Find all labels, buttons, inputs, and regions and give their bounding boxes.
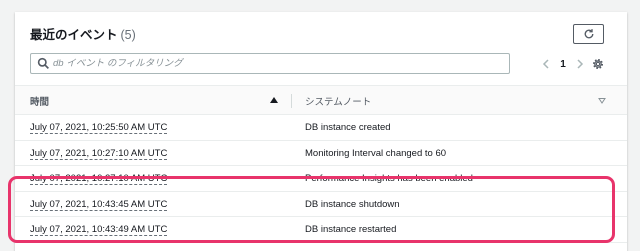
refresh-button[interactable] <box>573 24 604 44</box>
caret-down-icon[interactable] <box>598 97 606 105</box>
prev-page-button[interactable] <box>537 55 555 73</box>
event-note: DB instance shutdown <box>305 198 400 210</box>
table-header: 時間 システムノート <box>15 85 627 115</box>
search-input[interactable] <box>53 54 503 73</box>
events-table-body: July 07, 2021, 10:25:50 AM UTC DB instan… <box>15 115 627 243</box>
event-time[interactable]: July 07, 2021, 10:27:10 AM UTC <box>30 173 168 185</box>
event-time[interactable]: July 07, 2021, 10:43:49 AM UTC <box>30 224 168 236</box>
event-count: (5) <box>120 28 136 42</box>
search-field[interactable] <box>30 53 510 74</box>
current-page[interactable]: 1 <box>555 59 571 70</box>
pagination: 1 <box>537 55 589 73</box>
column-header-time[interactable]: 時間 <box>30 94 49 108</box>
refresh-icon <box>584 29 593 39</box>
panel-title-text: 最近のイベント <box>30 28 118 42</box>
chevron-left-icon <box>542 59 549 69</box>
table-row: July 07, 2021, 10:43:49 AM UTC DB instan… <box>15 217 627 243</box>
event-time[interactable]: July 07, 2021, 10:43:45 AM UTC <box>30 199 168 211</box>
next-page-button[interactable] <box>571 55 589 73</box>
column-divider <box>291 94 292 108</box>
caret-up-icon[interactable] <box>270 96 278 104</box>
event-note: Performance Insights has been enabled <box>305 173 473 184</box>
search-icon <box>37 57 49 69</box>
table-settings-button[interactable] <box>589 55 607 73</box>
table-row: July 07, 2021, 10:25:50 AM UTC DB instan… <box>15 115 627 141</box>
panel-header: 最近のイベント (5) <box>15 12 627 52</box>
chevron-right-icon <box>577 59 584 69</box>
gear-icon <box>592 58 604 70</box>
table-row: July 07, 2021, 10:43:45 AM UTC DB instan… <box>15 192 627 217</box>
table-row: July 07, 2021, 10:27:10 AM UTC Monitorin… <box>15 141 627 166</box>
event-time[interactable]: July 07, 2021, 10:25:50 AM UTC <box>30 122 168 134</box>
column-header-system-note[interactable]: システムノート <box>305 94 371 108</box>
panel-title: 最近のイベント (5) <box>30 24 136 43</box>
recent-events-panel: 最近のイベント(5) 1 <box>15 12 627 251</box>
event-note: DB instance created <box>305 122 391 133</box>
event-note: Monitoring Interval changed to 60 <box>305 147 447 159</box>
table-row: July 07, 2021, 10:27:10 AM UTC Performan… <box>15 166 627 192</box>
event-time[interactable]: July 07, 2021, 10:27:10 AM UTC <box>30 148 168 160</box>
event-note: DB instance restarted <box>305 224 397 235</box>
